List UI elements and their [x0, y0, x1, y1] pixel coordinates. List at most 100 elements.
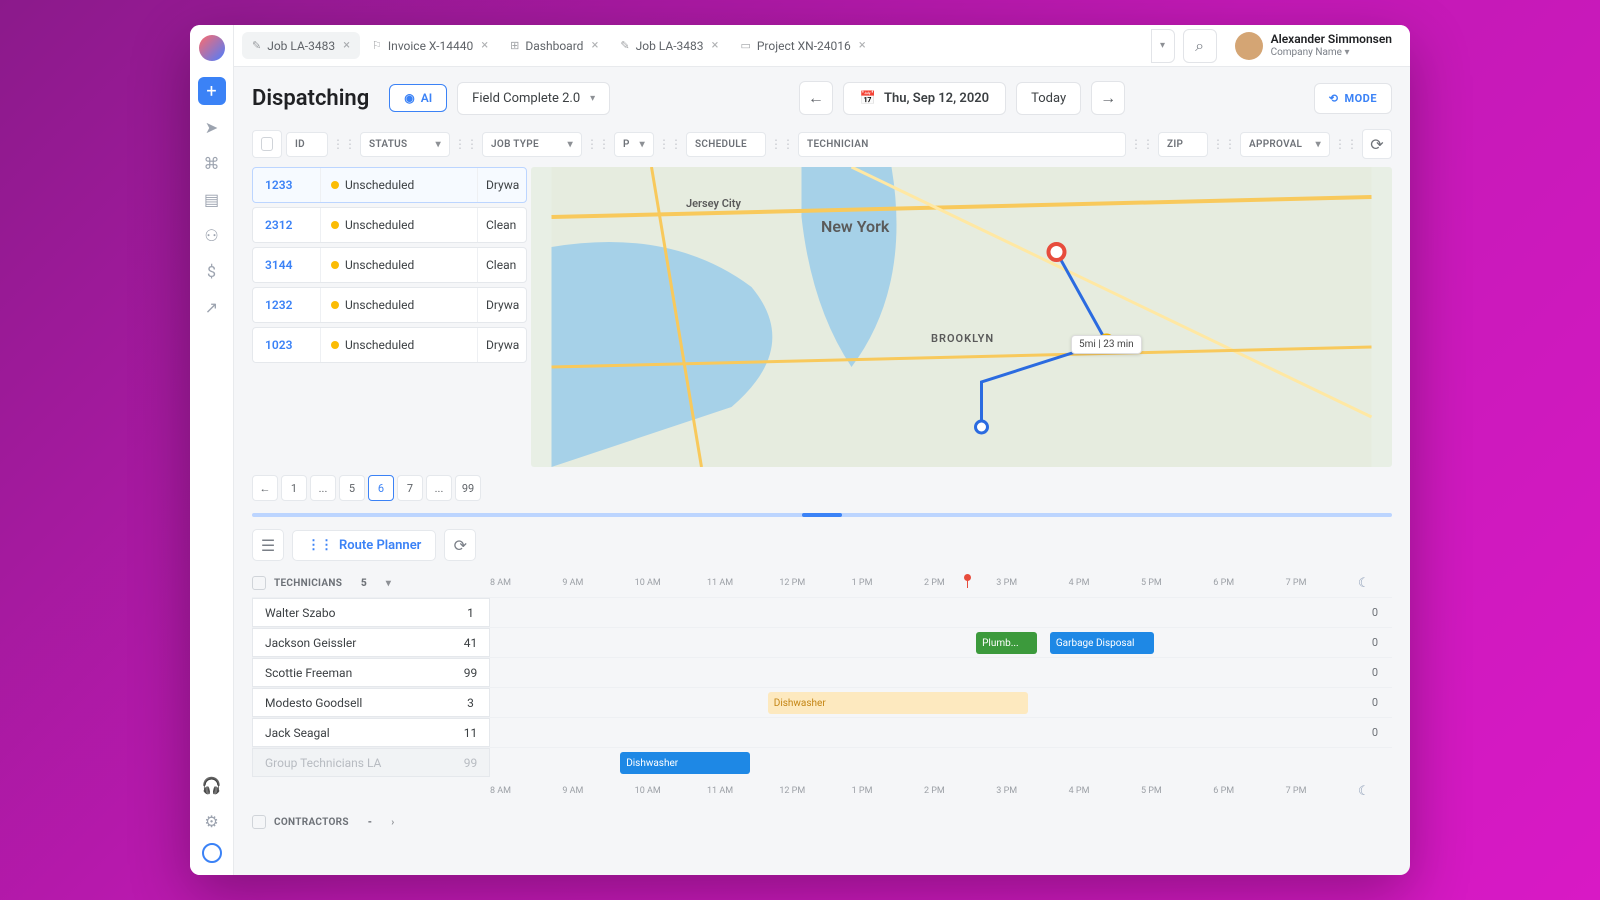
technician-row[interactable]: Modesto Goodsell3Dishwasher0 — [252, 687, 1392, 717]
timeline-footer: 8 AM9 AM10 AM11 AM12 PM1 PM2 PM3 PM4 PM5… — [252, 777, 1392, 805]
row-end-count: 0 — [1358, 628, 1392, 657]
track[interactable]: Plumb... Garbage Disposal — [490, 628, 1358, 657]
time-slot: 3 PM — [996, 786, 1068, 796]
time-slot: 3 PM — [996, 578, 1068, 588]
technician-row[interactable]: Scottie Freeman990 — [252, 657, 1392, 687]
technician-row[interactable]: Group Technicians LA99Dishwasher — [252, 747, 1392, 777]
view-select[interactable]: Field Complete 2.0▾ — [457, 82, 610, 115]
map-svg — [531, 167, 1392, 467]
search-button[interactable]: ⌕ — [1183, 29, 1217, 63]
col-handle[interactable]: ⋮⋮ — [332, 137, 356, 151]
tab-4[interactable]: ▭Project XN-24016× — [730, 32, 875, 59]
tab-close-button[interactable]: × — [343, 38, 350, 53]
tab-1[interactable]: ⚐Invoice X-14440× — [362, 32, 498, 59]
dollar-icon[interactable]: $ — [198, 257, 226, 285]
job-row[interactable]: 2312UnscheduledClean — [252, 207, 527, 243]
select-all-checkbox[interactable] — [252, 130, 282, 158]
tab-close-button[interactable]: × — [711, 38, 718, 53]
link-icon[interactable]: ⌘ — [198, 149, 226, 177]
filter-approval[interactable]: APPROVAL▾ — [1240, 132, 1330, 157]
today-button[interactable]: Today — [1016, 82, 1081, 115]
filter-status[interactable]: STATUS▾ — [360, 132, 450, 157]
col-handle[interactable]: ⋮⋮ — [1212, 137, 1236, 151]
time-slot: 8 AM — [490, 786, 562, 796]
date-next-button[interactable]: → — [1091, 81, 1125, 115]
user-menu[interactable]: Alexander Simmonsen Company Name ▾ — [1225, 32, 1402, 60]
filter-schedule[interactable]: SCHEDULE — [686, 132, 766, 157]
page-button[interactable]: 7 — [397, 475, 423, 501]
tab-close-button[interactable]: × — [591, 38, 598, 53]
clipboard-icon[interactable]: ▤ — [198, 185, 226, 213]
col-handle[interactable]: ⋮⋮ — [658, 137, 682, 151]
page-button[interactable]: 1 — [281, 475, 307, 501]
planner-refresh-button[interactable]: ⟳ — [444, 529, 476, 561]
time-slot: 6 PM — [1213, 578, 1285, 588]
page-button[interactable]: 6 — [368, 475, 394, 501]
tabs-more-button[interactable]: ▾ — [1151, 29, 1175, 63]
track[interactable]: Dishwasher — [490, 748, 1358, 777]
col-handle[interactable]: ⋮⋮ — [1334, 137, 1358, 151]
date-picker[interactable]: 📅 Thu, Sep 12, 2020 — [843, 82, 1006, 115]
time-slot: 10 AM — [635, 786, 707, 796]
track[interactable] — [490, 718, 1358, 747]
filter-id[interactable]: ID — [286, 132, 328, 157]
chart-icon[interactable]: ↗ — [198, 293, 226, 321]
mode-button[interactable]: ⟲ MODE — [1314, 83, 1392, 114]
track[interactable] — [490, 658, 1358, 687]
technician-row[interactable]: Jack Seagal110 — [252, 717, 1392, 747]
reload-button[interactable]: ⟳ — [1362, 129, 1392, 159]
technician-row[interactable]: Jackson Geissler41Plumb...Garbage Dispos… — [252, 627, 1392, 657]
add-button[interactable]: + — [198, 77, 226, 105]
col-handle[interactable]: ⋮⋮ — [1130, 137, 1154, 151]
job-row[interactable]: 1232UnscheduledDrywa — [252, 287, 527, 323]
technician-count: 11 — [452, 718, 490, 747]
send-icon[interactable]: ➤ — [198, 113, 226, 141]
tab-close-button[interactable]: × — [859, 38, 866, 53]
tab-2[interactable]: ⊞Dashboard× — [500, 32, 608, 59]
sync-icon[interactable] — [202, 843, 222, 863]
split-handle[interactable] — [252, 513, 1392, 517]
tab-3[interactable]: ✎ Job LA-3483 × — [610, 32, 728, 59]
tab-0[interactable]: ✎Job LA-3483× — [242, 32, 360, 59]
page-button[interactable]: 99 — [455, 475, 481, 501]
track[interactable]: Dishwasher — [490, 688, 1358, 717]
tabs: ✎Job LA-3483×⚐Invoice X-14440×⊞Dashboard… — [242, 32, 1159, 59]
technician-row[interactable]: Walter Szabo10 — [252, 597, 1392, 627]
time-slot: 8 AM — [490, 578, 562, 588]
schedule-event[interactable]: Garbage Disposal — [1050, 632, 1154, 654]
people-icon[interactable]: ⚇ — [198, 221, 226, 249]
contractors-header[interactable]: CONTRACTORS - › — [234, 805, 1410, 839]
page-prev-button[interactable]: ← — [252, 475, 278, 501]
job-row[interactable]: 1023UnscheduledDrywa — [252, 327, 527, 363]
filter-zip[interactable]: ZIP — [1158, 132, 1208, 157]
page-button[interactable]: ... — [426, 475, 452, 501]
tab-label: Job LA-3483 — [636, 39, 704, 53]
tab-icon: ✎ — [620, 39, 629, 52]
filter-priority[interactable]: P▾ — [614, 132, 654, 157]
col-handle[interactable]: ⋮⋮ — [770, 137, 794, 151]
page-button[interactable]: ... — [310, 475, 336, 501]
headset-icon[interactable]: 🎧 — [198, 771, 226, 799]
job-row[interactable]: 3144UnscheduledClean — [252, 247, 527, 283]
schedule-event[interactable]: Dishwasher — [620, 752, 750, 774]
settings-icon[interactable]: ⚙ — [198, 807, 226, 835]
date-prev-button[interactable]: ← — [799, 81, 833, 115]
filter-technician[interactable]: TECHNICIAN — [798, 132, 1126, 157]
col-handle[interactable]: ⋮⋮ — [586, 137, 610, 151]
list-view-button[interactable]: ☰ — [252, 529, 284, 561]
job-status: Unscheduled — [321, 168, 478, 202]
schedule-event[interactable]: Plumb... — [976, 632, 1037, 654]
filter-jobtype[interactable]: JOB TYPE▾ — [482, 132, 582, 157]
row-end-count: 0 — [1358, 658, 1392, 687]
route-planner-button[interactable]: ⋮⋮ Route Planner — [292, 530, 436, 561]
page-button[interactable]: 5 — [339, 475, 365, 501]
map-pane[interactable]: New York Jersey City BROOKLYN 5mi | 23 m… — [531, 167, 1392, 467]
time-slot: 1 PM — [852, 786, 924, 796]
tab-close-button[interactable]: × — [481, 38, 488, 53]
technicians-header[interactable]: TECHNICIANS 5 ▾ — [252, 576, 490, 590]
job-row[interactable]: 1233UnscheduledDrywa — [252, 167, 527, 203]
col-handle[interactable]: ⋮⋮ — [454, 137, 478, 151]
track[interactable] — [490, 598, 1358, 627]
schedule-event[interactable]: Dishwasher — [768, 692, 1028, 714]
ai-button[interactable]: ◉ AI — [389, 84, 447, 112]
